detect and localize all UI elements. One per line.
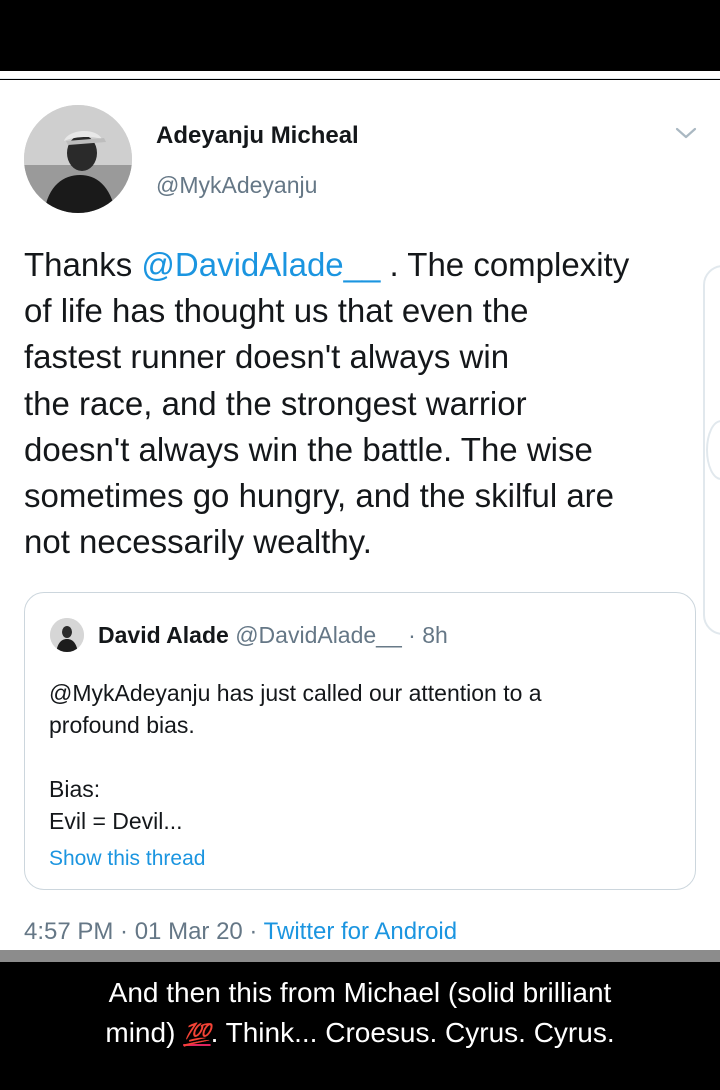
chevron-down-icon[interactable] [674, 124, 698, 142]
tweet-text-line: the race, and the strongest warrior [24, 384, 527, 422]
tweet-text-fragment: . The complexity [380, 246, 630, 283]
quoted-author-avatar [50, 618, 84, 652]
timestamp-text: 4:57 PM · 01 Mar 20 · [24, 918, 264, 945]
tweet-text: Thanks @DavidAlade__ . The complexity of… [24, 242, 692, 565]
caption-bar: And then this from Michael (solid brilli… [0, 962, 720, 1090]
quoted-text: @MykAdeyanju has just called our attenti… [49, 680, 542, 834]
tweet-text-line: fastest runner doesn't always win [24, 338, 510, 376]
bottom-divider [0, 950, 720, 962]
tweet-text-fragment: Thanks [24, 246, 142, 283]
quoted-header: David Alade @DavidAlade__ · 8h [98, 622, 448, 649]
hundred-points-icon: 💯 [183, 1022, 211, 1047]
show-thread-link[interactable]: Show this thread [49, 847, 205, 871]
caption-line-1: And then this from Michael (solid brilli… [108, 977, 612, 1008]
tweet-source-link[interactable]: Twitter for Android [264, 918, 457, 945]
quoted-display-name: David Alade [98, 622, 229, 648]
tweet-text-line: Thanks @DavidAlade__ . The complexity [24, 242, 692, 288]
top-divider [0, 71, 720, 79]
quoted-tweet[interactable]: David Alade @DavidAlade__ · 8h @MykAdeya… [24, 592, 696, 890]
tweet-card[interactable]: Adeyanju Micheal @MykAdeyanju Thanks @Da… [0, 80, 720, 950]
tweet-timestamp: 4:57 PM · 01 Mar 20 · Twitter for Androi… [24, 918, 457, 946]
tweet-text-line: sometimes go hungry, and the skilful are [24, 477, 615, 515]
tweet-text-line: of life has thought us that even the [24, 292, 529, 330]
top-black-bar [0, 0, 720, 71]
caption-line-2: mind) 💯. Think... Croesus. Cyrus. Cyrus. [0, 1013, 720, 1055]
author-handle[interactable]: @MykAdeyanju [156, 172, 317, 199]
tweet-text-line: not necessarily wealthy. [24, 523, 372, 561]
quoted-handle-time: @DavidAlade__ · 8h [235, 622, 448, 648]
author-avatar[interactable] [24, 105, 132, 213]
caption-fragment: . Think... Croesus. Cyrus. Cyrus. [210, 1017, 615, 1048]
caption-fragment: mind) [105, 1017, 184, 1048]
mention-link[interactable]: @DavidAlade__ [141, 246, 380, 283]
author-display-name[interactable]: Adeyanju Micheal [156, 122, 359, 150]
caption-text: And then this from Michael (solid brilli… [0, 973, 720, 1055]
tweet-text-line: doesn't always win the battle. The wise [24, 430, 593, 468]
